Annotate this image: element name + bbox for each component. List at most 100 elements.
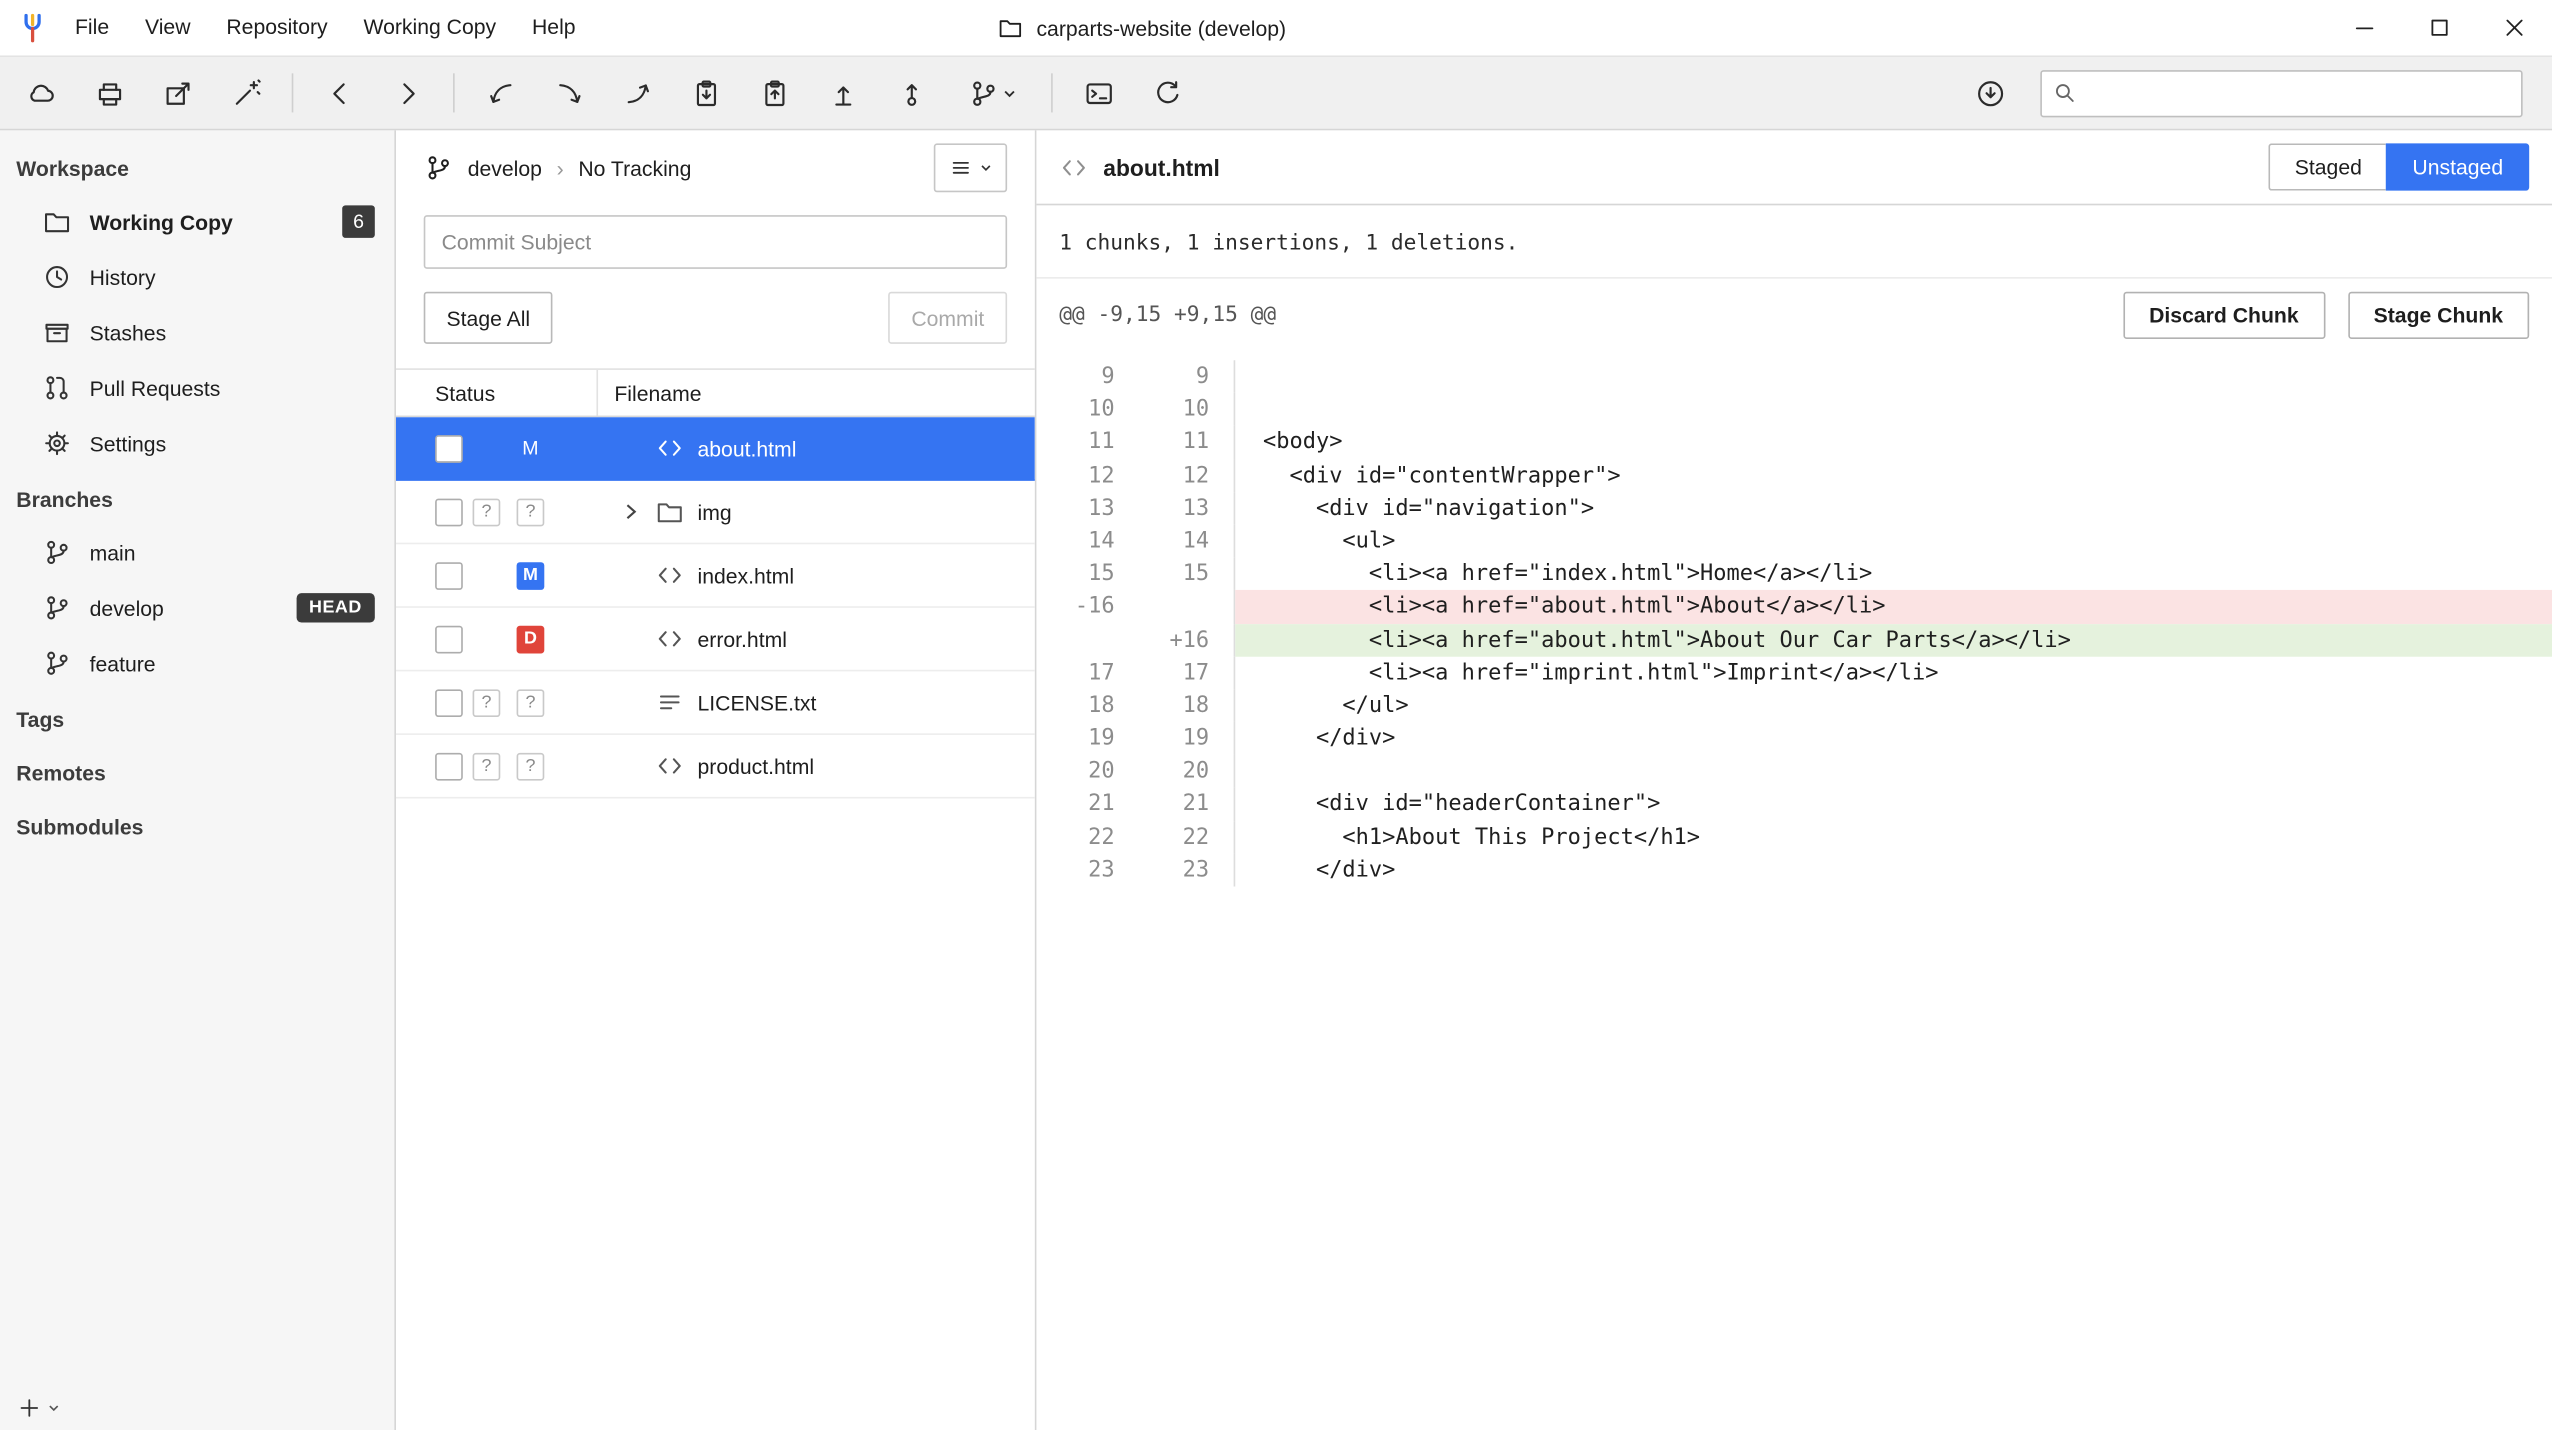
branch-menu-button[interactable] bbox=[945, 62, 1040, 124]
branch-label: develop bbox=[90, 596, 164, 620]
file-checkbox[interactable] bbox=[435, 561, 463, 589]
maximize-button[interactable] bbox=[2402, 0, 2477, 55]
quick-launch-button[interactable] bbox=[212, 62, 280, 124]
line-number-gutter: 2020 bbox=[1036, 755, 1235, 788]
back-button[interactable] bbox=[305, 62, 373, 124]
file-row[interactable]: ? ? img bbox=[396, 481, 1035, 545]
forward-button[interactable] bbox=[373, 62, 441, 124]
status-badge: M bbox=[517, 561, 545, 589]
chevron-left-icon bbox=[323, 77, 354, 108]
stash-button[interactable] bbox=[671, 62, 739, 124]
diff-line[interactable]: 1313 <div id="navigation"> bbox=[1036, 492, 2552, 525]
diff-line[interactable]: 1717 <li><a href="imprint.html">Imprint<… bbox=[1036, 656, 2552, 689]
file-row[interactable]: ? ? product.html bbox=[396, 735, 1035, 799]
add-repository-button[interactable] bbox=[16, 1394, 60, 1420]
diff-line[interactable]: 1818 </ul> bbox=[1036, 689, 2552, 722]
diff-line[interactable]: 1010 bbox=[1036, 393, 2552, 426]
list-options-button[interactable] bbox=[934, 143, 1007, 192]
diff-code-text: <li><a href="about.html">About Our Car P… bbox=[1235, 623, 2552, 656]
sidebar-item-stashes[interactable]: Stashes bbox=[0, 305, 394, 360]
terminal-button[interactable] bbox=[1064, 62, 1132, 124]
diff-line[interactable]: -16 <li><a href="about.html">About</a></… bbox=[1036, 590, 2552, 623]
clone-button[interactable] bbox=[7, 62, 75, 124]
diff-code-text: <div id="contentWrapper"> bbox=[1235, 459, 2552, 492]
file-checkbox[interactable] bbox=[435, 689, 463, 717]
print-button[interactable] bbox=[75, 62, 143, 124]
line-number-gutter: 1313 bbox=[1036, 492, 1235, 525]
commit-subject-input[interactable] bbox=[424, 215, 1007, 269]
sidebar-branch-feature[interactable]: feature bbox=[0, 636, 394, 691]
remotes-header[interactable]: Remotes bbox=[0, 745, 394, 799]
download-status-button[interactable] bbox=[1956, 62, 2024, 124]
file-checkbox[interactable] bbox=[435, 434, 463, 462]
fetch-button[interactable] bbox=[466, 62, 534, 124]
diff-line[interactable]: 2121 <div id="headerContainer"> bbox=[1036, 788, 2552, 821]
status-badge bbox=[473, 625, 501, 653]
window-title: carparts-website (develop) bbox=[997, 0, 1286, 55]
diff-line[interactable]: 1919 </div> bbox=[1036, 722, 2552, 755]
sidebar-branch-main[interactable]: main bbox=[0, 525, 394, 580]
refresh-button[interactable] bbox=[1133, 62, 1201, 124]
menu-file[interactable]: File bbox=[57, 0, 127, 55]
pop-stash-button[interactable] bbox=[740, 62, 808, 124]
push-button[interactable] bbox=[603, 62, 671, 124]
file-checkbox[interactable] bbox=[435, 498, 463, 526]
git-branch-icon bbox=[968, 77, 999, 108]
tab-unstaged[interactable]: Unstaged bbox=[2386, 143, 2529, 190]
sidebar-item-settings[interactable]: Settings bbox=[0, 416, 394, 471]
checkout-button[interactable] bbox=[808, 62, 876, 124]
file-row[interactable]: ? ? LICENSE.txt bbox=[396, 671, 1035, 735]
menu-view[interactable]: View bbox=[127, 0, 208, 55]
menu-working-copy[interactable]: Working Copy bbox=[346, 0, 515, 55]
diff-line[interactable]: 1111 <body> bbox=[1036, 426, 2552, 459]
branch-selector[interactable]: develop › No Tracking bbox=[396, 130, 1035, 205]
pull-button[interactable] bbox=[535, 62, 603, 124]
diff-line[interactable]: 1212 <div id="contentWrapper"> bbox=[1036, 459, 2552, 492]
expand-chevron-icon[interactable] bbox=[621, 502, 641, 522]
status-badge: ? bbox=[517, 498, 545, 526]
file-checkbox[interactable] bbox=[435, 625, 463, 653]
download-icon bbox=[1974, 77, 2005, 108]
status-badge: ? bbox=[517, 752, 545, 780]
diff-line[interactable]: 1414 <ul> bbox=[1036, 525, 2552, 558]
diff-line[interactable]: 1515 <li><a href="index.html">Home</a></… bbox=[1036, 558, 2552, 591]
git-branch-icon bbox=[42, 593, 71, 622]
line-number-gutter: 1111 bbox=[1036, 426, 1235, 459]
code-file-icon bbox=[653, 751, 686, 780]
diff-line[interactable]: 99 bbox=[1036, 360, 2552, 393]
diff-line[interactable]: +16 <li><a href="about.html">About Our C… bbox=[1036, 623, 2552, 656]
sidebar-item-pull-requests[interactable]: Pull Requests bbox=[0, 360, 394, 415]
menu-help[interactable]: Help bbox=[514, 0, 593, 55]
tab-staged[interactable]: Staged bbox=[2269, 143, 2387, 190]
caret-down-icon bbox=[979, 161, 992, 174]
commit-arrow-button[interactable] bbox=[877, 62, 945, 124]
diff-code-text: <h1>About This Project</h1> bbox=[1235, 821, 2552, 854]
sidebar-item-working-copy[interactable]: Working Copy 6 bbox=[0, 194, 394, 249]
code-file-icon bbox=[653, 433, 686, 462]
stage-all-button[interactable]: Stage All bbox=[424, 292, 553, 344]
file-row[interactable]: M about.html bbox=[396, 417, 1035, 481]
file-checkbox[interactable] bbox=[435, 752, 463, 780]
branch-label: main bbox=[90, 540, 136, 564]
search-input[interactable] bbox=[2078, 73, 2511, 114]
window-title-text: carparts-website (develop) bbox=[1036, 15, 1286, 39]
branches-header[interactable]: Branches bbox=[0, 471, 394, 525]
line-number-gutter: 2121 bbox=[1036, 788, 1235, 821]
commit-button[interactable]: Commit bbox=[889, 292, 1008, 344]
menu-repository[interactable]: Repository bbox=[208, 0, 345, 55]
minimize-button[interactable] bbox=[2327, 0, 2402, 55]
sidebar-branch-develop[interactable]: develop HEAD bbox=[0, 580, 394, 635]
submodules-header[interactable]: Submodules bbox=[0, 799, 394, 853]
file-row[interactable]: M index.html bbox=[396, 544, 1035, 608]
file-row[interactable]: D error.html bbox=[396, 608, 1035, 672]
discard-chunk-button[interactable]: Discard Chunk bbox=[2123, 292, 2325, 339]
sidebar-item-history[interactable]: History bbox=[0, 249, 394, 304]
close-button[interactable] bbox=[2477, 0, 2552, 55]
diff-line[interactable]: 2020 bbox=[1036, 755, 2552, 788]
open-external-button[interactable] bbox=[143, 62, 211, 124]
diff-line[interactable]: 2222 <h1>About This Project</h1> bbox=[1036, 821, 2552, 854]
tags-header[interactable]: Tags bbox=[0, 691, 394, 745]
tracking-label: No Tracking bbox=[578, 156, 691, 180]
diff-line[interactable]: 2323 </div> bbox=[1036, 854, 2552, 887]
stage-chunk-button[interactable]: Stage Chunk bbox=[2348, 292, 2530, 339]
